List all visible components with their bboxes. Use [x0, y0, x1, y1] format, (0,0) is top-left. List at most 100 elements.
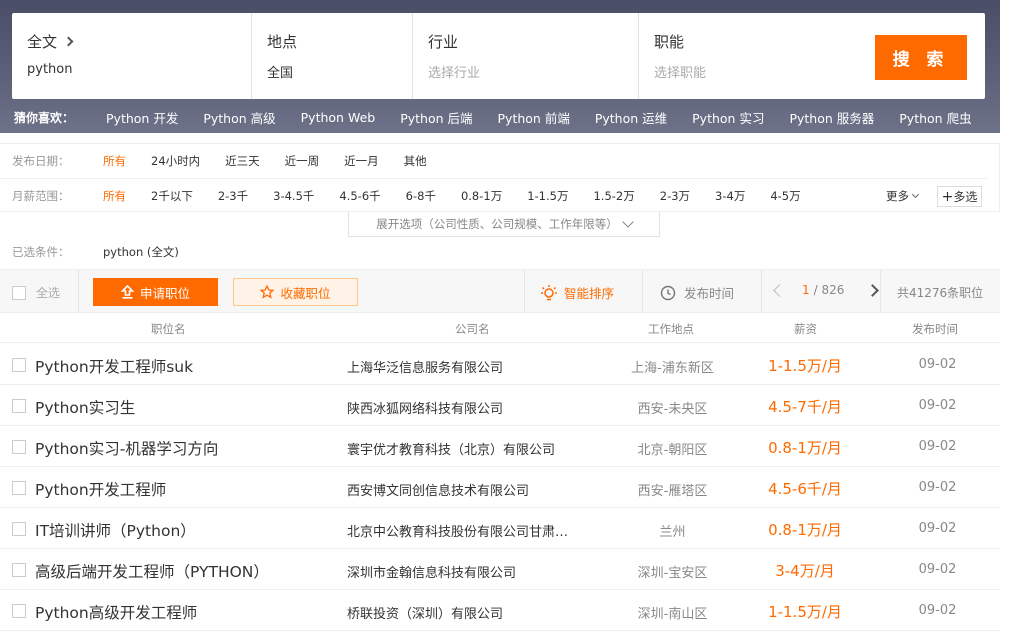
favorite-job-button[interactable]: 收藏职位: [233, 278, 358, 306]
date-option[interactable]: 所有: [103, 153, 126, 169]
guess-item[interactable]: Python 实习: [692, 108, 764, 127]
prev-page-icon[interactable]: [773, 283, 786, 297]
guess-item[interactable]: Python 后端: [400, 108, 472, 127]
company-link[interactable]: 寰宇优才教育科技（北京）有限公司: [347, 439, 587, 458]
job-title-link[interactable]: 高级后端开发工程师（PYTHON）: [35, 560, 269, 582]
salary-filter-row: 月薪范围： 所有 2千以下 2-3千 3-4.5千 4.5-6千 6-8千 0.…: [0, 178, 987, 212]
guess-item[interactable]: Python 前端: [498, 108, 570, 127]
salary-option[interactable]: 3-4万: [715, 188, 745, 204]
row-checkbox[interactable]: [12, 399, 26, 413]
job-location: 上海-浦东新区: [631, 361, 714, 376]
job-salary: 3-4万/月: [775, 562, 835, 580]
selected-conditions: 已选条件： python (全文): [12, 244, 179, 260]
col-salary: 薪资: [794, 322, 817, 336]
lightbulb-icon: [541, 284, 557, 300]
select-all-checkbox[interactable]: [12, 285, 26, 300]
salary-option[interactable]: 6-8千: [406, 188, 436, 204]
company-link[interactable]: 上海华泛信息服务有限公司: [347, 357, 587, 376]
chevron-down-icon: [622, 215, 634, 228]
salary-option[interactable]: 0.8-1万: [461, 188, 502, 204]
row-checkbox[interactable]: [12, 440, 26, 454]
table-header: 职位名 公司名 工作地点 薪资 发布时间: [0, 313, 1000, 343]
pagination: 1 / 826: [773, 283, 880, 297]
salary-option[interactable]: 所有: [103, 188, 126, 204]
table-row: Python高级开发工程师 桥联投资（深圳）有限公司 深圳-南山区 1-1.5万…: [0, 590, 1000, 631]
date-option[interactable]: 其他: [404, 153, 427, 169]
company-link[interactable]: 桥联投资（深圳）有限公司: [347, 603, 587, 622]
job-date: 09-02: [918, 357, 957, 372]
chevron-right-icon[interactable]: [63, 36, 74, 47]
company-link[interactable]: 北京中公教育科技股份有限公司甘肃…: [347, 521, 587, 540]
salary-option[interactable]: 2-3千: [218, 188, 248, 204]
job-title-link[interactable]: Python开发工程师: [35, 478, 166, 500]
job-date: 09-02: [918, 521, 957, 536]
job-title-link[interactable]: Python高级开发工程师: [35, 601, 197, 623]
salary-option[interactable]: 4-5万: [770, 188, 800, 204]
row-checkbox[interactable]: [12, 563, 26, 577]
location-label: 地点: [267, 33, 298, 51]
more-button[interactable]: 更多: [886, 188, 920, 204]
job-salary: 1-1.5万/月: [768, 357, 842, 375]
multi-select-button[interactable]: + 多选: [937, 186, 982, 207]
date-option[interactable]: 近一周: [285, 153, 320, 169]
job-salary: 1-1.5万/月: [768, 603, 842, 621]
industry-placeholder[interactable]: 选择行业: [428, 62, 638, 81]
chevron-down-icon: [911, 190, 920, 199]
job-salary: 4.5-6千/月: [768, 480, 842, 498]
favorite-job-label: 收藏职位: [280, 286, 331, 301]
select-all-label: 全选: [36, 286, 61, 300]
company-link[interactable]: 西安博文同创信息技术有限公司: [347, 480, 587, 499]
row-checkbox[interactable]: [12, 358, 26, 372]
guess-item[interactable]: Python 运维: [595, 108, 667, 127]
job-title-link[interactable]: Python开发工程师suk: [35, 355, 193, 377]
col-title: 职位名: [151, 322, 186, 336]
select-all[interactable]: 全选: [12, 284, 60, 301]
expand-options-button[interactable]: 展开选项（公司性质、公司规模、工作年限等）: [348, 212, 660, 237]
guess-item[interactable]: Python 高级: [203, 108, 275, 127]
row-checkbox[interactable]: [12, 481, 26, 495]
apply-job-button[interactable]: 申请职位: [93, 278, 218, 306]
selected-condition-tag[interactable]: python (全文): [103, 244, 179, 260]
guess-item[interactable]: Python 开发: [106, 108, 178, 127]
job-title-link[interactable]: Python实习生: [35, 396, 135, 418]
table-row: 高级后端开发工程师（PYTHON） 深圳市金翰信息科技有限公司 深圳-宝安区 3…: [0, 549, 1000, 590]
search-header: 全文 python 地点 全国 行业 选择行业 职能 选择职能 搜 索 猜你喜欢…: [0, 0, 1000, 133]
company-link[interactable]: 陕西冰狐网络科技有限公司: [347, 398, 587, 417]
date-option[interactable]: 近三天: [225, 153, 260, 169]
salary-option[interactable]: 1-1.5万: [527, 188, 568, 204]
filter-panel: 发布日期： 所有 24小时内 近三天 近一周 近一月 其他 月薪范围： 所有 2…: [0, 143, 1000, 212]
row-checkbox[interactable]: [12, 522, 26, 536]
divider: [524, 270, 525, 312]
salary-option[interactable]: 2千以下: [151, 188, 193, 204]
time-sort-button[interactable]: 发布时间: [660, 283, 734, 302]
row-checkbox[interactable]: [12, 604, 26, 618]
date-option[interactable]: 近一月: [344, 153, 379, 169]
next-page-icon[interactable]: [866, 283, 880, 297]
salary-option[interactable]: 2-3万: [660, 188, 690, 204]
location-field[interactable]: 地点 全国: [252, 13, 413, 99]
search-box: 全文 python 地点 全国 行业 选择行业 职能 选择职能 搜 索: [12, 13, 985, 99]
location-value[interactable]: 全国: [267, 62, 412, 81]
guess-item[interactable]: Python Web: [301, 110, 376, 125]
guess-item[interactable]: Python 爬虫: [899, 108, 971, 127]
guess-item[interactable]: Python 服务器: [789, 108, 874, 127]
fulltext-field[interactable]: 全文 python: [12, 13, 252, 99]
salary-option[interactable]: 4.5-6千: [339, 188, 380, 204]
job-title-link[interactable]: IT培训讲师（Python）: [35, 519, 196, 541]
smart-sort-button[interactable]: 智能排序: [540, 283, 614, 302]
guess-label: 猜你喜欢：: [14, 111, 75, 125]
date-option[interactable]: 24小时内: [151, 153, 200, 169]
search-button[interactable]: 搜 索: [875, 35, 967, 80]
salary-filter-label: 月薪范围：: [12, 188, 70, 203]
company-link[interactable]: 深圳市金翰信息科技有限公司: [347, 562, 587, 581]
fulltext-input[interactable]: python: [27, 62, 251, 77]
salary-option[interactable]: 1.5-2万: [593, 188, 634, 204]
job-location: 北京-朝阳区: [637, 443, 708, 458]
total-pages: / 826: [813, 283, 845, 297]
job-date: 09-02: [918, 398, 957, 413]
job-title-link[interactable]: Python实习-机器学习方向: [35, 437, 218, 459]
star-icon: [260, 285, 275, 299]
industry-field[interactable]: 行业 选择行业: [413, 13, 639, 99]
job-location: 西安-未央区: [637, 402, 708, 417]
salary-option[interactable]: 3-4.5千: [273, 188, 314, 204]
